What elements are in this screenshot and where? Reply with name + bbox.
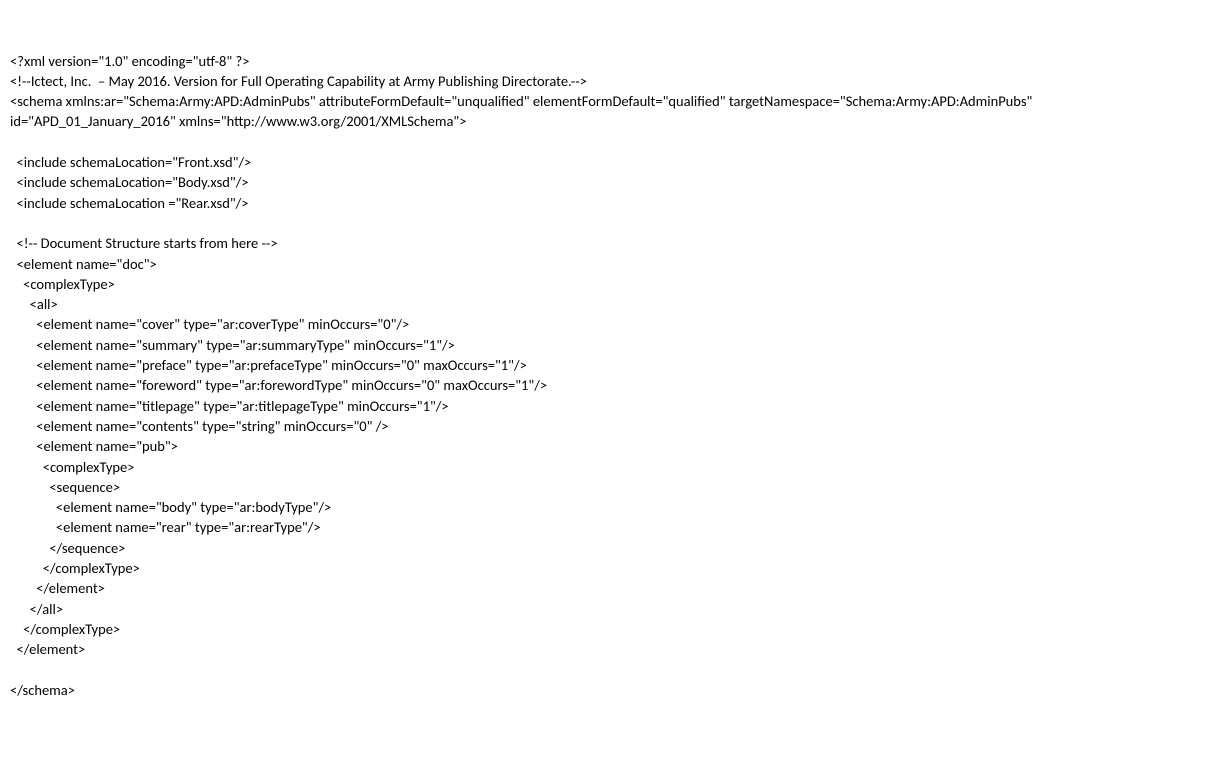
code-line: <include schemaLocation ="Rear.xsd"/> [10, 193, 1218, 213]
code-line [10, 132, 1218, 152]
code-line: </element> [10, 578, 1218, 598]
code-line: </schema> [10, 680, 1218, 700]
code-line [10, 213, 1218, 233]
code-line: </element> [10, 639, 1218, 659]
code-line: <!--Ictect, Inc. – May 2016. Version for… [10, 71, 1218, 91]
code-line: <element name="contents" type="string" m… [10, 416, 1218, 436]
code-line: </all> [10, 599, 1218, 619]
code-line: <schema xmlns:ar="Schema:Army:APD:AdminP… [10, 91, 1218, 111]
code-line: <element name="body" type="ar:bodyType"/… [10, 497, 1218, 517]
code-line: id="APD_01_January_2016" xmlns="http://w… [10, 111, 1218, 131]
code-block: <?xml version="1.0" encoding="utf-8" ?><… [10, 51, 1218, 701]
code-line: <element name="pub"> [10, 436, 1218, 456]
code-line [10, 660, 1218, 680]
code-line: <element name="rear" type="ar:rearType"/… [10, 517, 1218, 537]
code-line: <element name="doc"> [10, 254, 1218, 274]
code-line: <element name="summary" type="ar:summary… [10, 335, 1218, 355]
code-line: <element name="foreword" type="ar:forewo… [10, 375, 1218, 395]
code-line: </complexType> [10, 619, 1218, 639]
code-line: <element name="preface" type="ar:preface… [10, 355, 1218, 375]
code-line: <complexType> [10, 274, 1218, 294]
code-line: <complexType> [10, 457, 1218, 477]
code-line: <element name="titlepage" type="ar:title… [10, 396, 1218, 416]
code-line: <include schemaLocation="Body.xsd"/> [10, 172, 1218, 192]
code-line: <?xml version="1.0" encoding="utf-8" ?> [10, 51, 1218, 71]
code-line: <all> [10, 294, 1218, 314]
code-line: <sequence> [10, 477, 1218, 497]
code-line: <include schemaLocation="Front.xsd"/> [10, 152, 1218, 172]
code-line: </sequence> [10, 538, 1218, 558]
code-line: <!-- Document Structure starts from here… [10, 233, 1218, 253]
code-line: </complexType> [10, 558, 1218, 578]
code-line: <element name="cover" type="ar:coverType… [10, 314, 1218, 334]
